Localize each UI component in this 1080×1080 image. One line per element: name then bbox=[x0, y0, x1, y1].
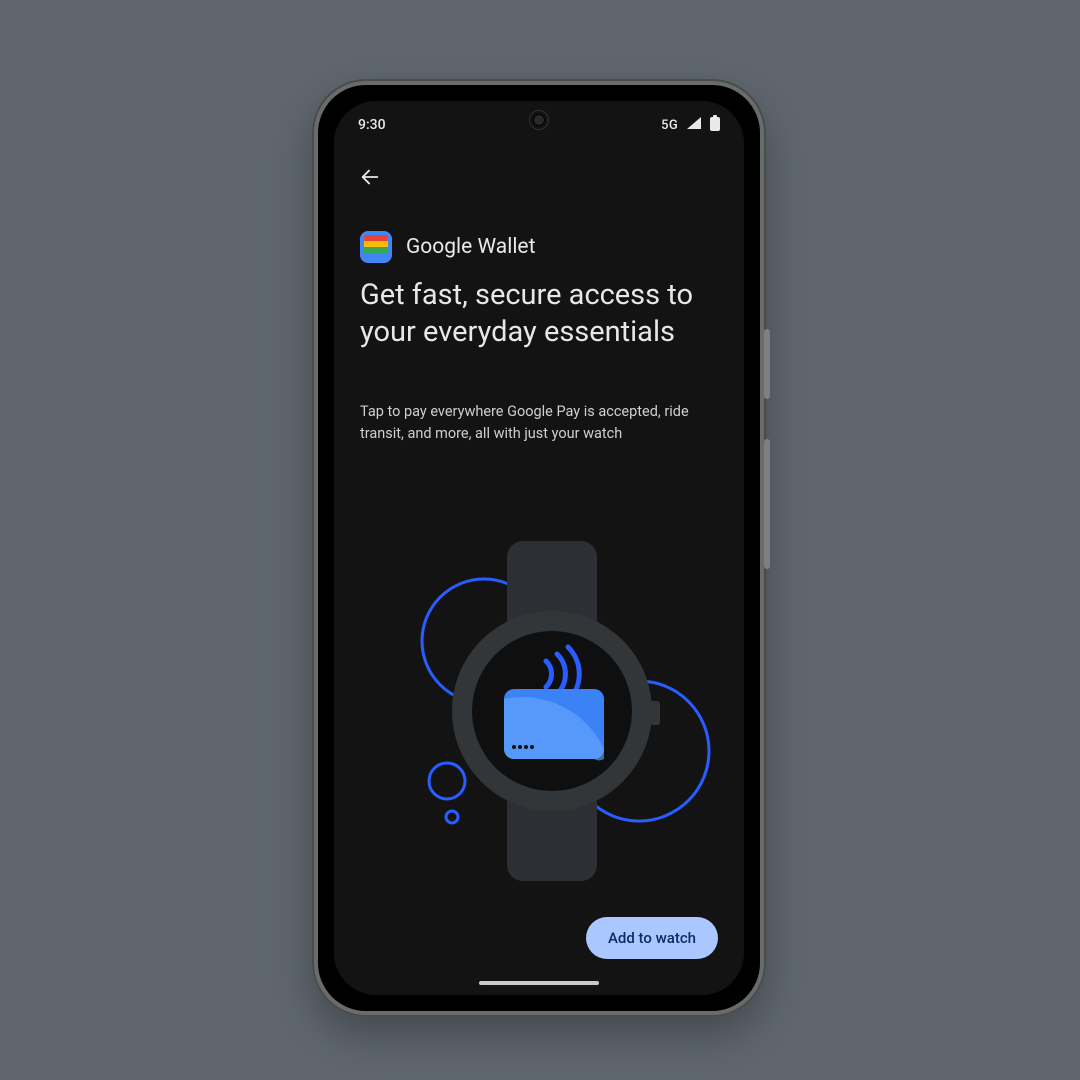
network-label: 5G bbox=[661, 118, 678, 133]
phone-bezel: 9:30 5G Goog bbox=[318, 85, 760, 1011]
app-header: Google Wallet bbox=[360, 231, 718, 263]
signal-icon bbox=[686, 116, 702, 134]
status-bar: 9:30 5G bbox=[334, 101, 744, 149]
page-subtitle: Tap to pay everywhere Google Pay is acce… bbox=[360, 401, 718, 445]
app-name: Google Wallet bbox=[406, 235, 535, 259]
page-title: Get fast, secure access to your everyday… bbox=[360, 277, 718, 351]
phone-frame: 9:30 5G Goog bbox=[312, 79, 766, 1017]
status-right: 5G bbox=[661, 115, 720, 135]
cta-label: Add to watch bbox=[608, 929, 696, 947]
side-button-bottom bbox=[764, 439, 770, 569]
watch-illustration bbox=[334, 531, 744, 891]
status-time: 9:30 bbox=[358, 117, 386, 133]
arrow-left-icon bbox=[359, 166, 381, 192]
battery-icon bbox=[710, 115, 720, 135]
side-button-top bbox=[764, 329, 770, 399]
add-to-watch-button[interactable]: Add to watch bbox=[586, 917, 718, 959]
nav-handle[interactable] bbox=[479, 981, 599, 985]
wallet-app-icon bbox=[360, 231, 392, 263]
phone-screen: 9:30 5G Goog bbox=[334, 101, 744, 995]
back-button[interactable] bbox=[358, 167, 382, 191]
